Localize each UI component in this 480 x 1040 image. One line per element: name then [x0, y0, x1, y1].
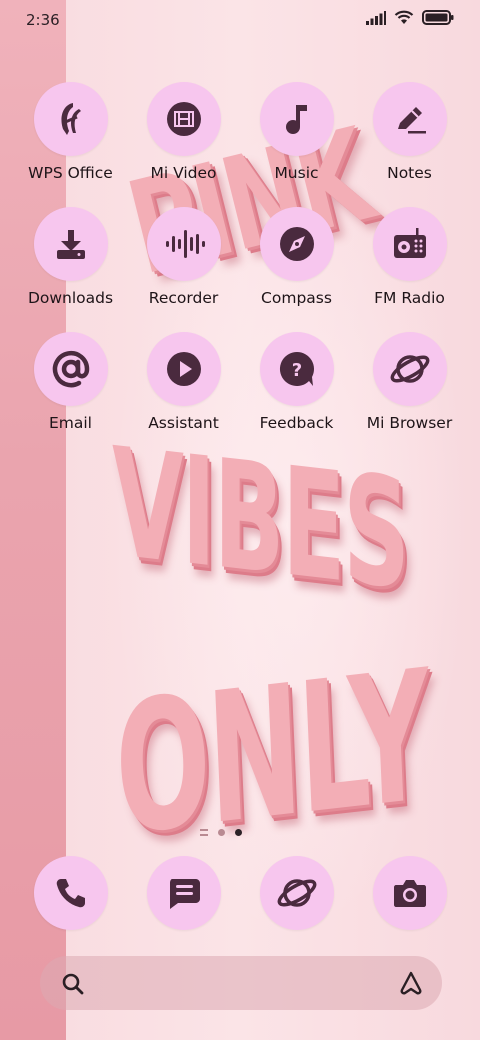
app-icon-bg — [146, 332, 221, 406]
app-label: Compass — [261, 289, 332, 307]
app-icon-bg: ? — [259, 332, 334, 406]
planet-icon — [390, 355, 429, 383]
download-icon — [56, 230, 85, 259]
app-notes[interactable]: Notes — [353, 82, 466, 182]
app-icon-bg — [146, 82, 221, 156]
app-icon-bg — [33, 856, 108, 930]
wallpaper-word-only: ONLY — [111, 631, 433, 876]
app-feedback[interactable]: ? Feedback — [240, 332, 353, 432]
app-assistant[interactable]: Assistant — [127, 332, 240, 432]
app-icon-bg — [33, 207, 108, 281]
app-label: WPS Office — [28, 164, 113, 182]
app-icon-bg — [259, 82, 334, 156]
app-label: Assistant — [148, 414, 219, 432]
page-indicator[interactable] — [200, 829, 242, 836]
dock-browser[interactable] — [240, 856, 353, 930]
battery-icon — [422, 10, 454, 25]
app-compass[interactable]: Compass — [240, 207, 353, 307]
film-icon — [166, 102, 201, 136]
app-icon-bg — [259, 207, 334, 281]
question-bubble-icon: ? — [279, 351, 314, 386]
app-icon-bg — [372, 82, 447, 156]
app-label: Music — [274, 164, 319, 182]
app-icon-bg — [259, 856, 334, 930]
app-icon-bg — [33, 332, 108, 406]
phone-icon — [56, 879, 85, 908]
at-sign-icon — [52, 350, 89, 388]
pencil-icon — [397, 107, 426, 134]
camera-icon — [393, 880, 426, 907]
app-downloads[interactable]: Downloads — [14, 207, 127, 307]
app-label: Mi Browser — [366, 414, 453, 432]
app-label: Feedback — [259, 414, 334, 432]
play-icon — [166, 352, 201, 386]
search-bar[interactable] — [40, 956, 442, 1010]
svg-text:?: ? — [291, 360, 301, 381]
radio-icon — [393, 228, 426, 258]
planet-icon — [277, 879, 316, 907]
app-icon-bg — [372, 332, 447, 406]
app-recorder[interactable]: Recorder — [127, 207, 240, 307]
wifi-icon — [394, 10, 414, 24]
app-label: Notes — [387, 164, 432, 182]
wallpaper-word-vibes: VIBES — [112, 416, 408, 624]
dock-messages[interactable] — [127, 856, 240, 930]
app-label: Recorder — [148, 289, 219, 307]
app-email[interactable]: Email — [14, 332, 127, 432]
app-label: Email — [48, 414, 92, 432]
wps-office-icon — [60, 103, 81, 135]
app-icon-bg — [146, 856, 221, 930]
page-indicator-dot[interactable] — [218, 829, 225, 836]
message-icon — [169, 879, 200, 909]
app-label: FM Radio — [374, 289, 445, 307]
search-icon[interactable] — [60, 971, 86, 997]
app-mi-video[interactable]: Mi Video — [127, 82, 240, 182]
app-icon-bg — [146, 207, 221, 281]
app-icon-bg — [372, 207, 447, 281]
app-icon-bg — [372, 856, 447, 930]
page-indicator-dot-active[interactable] — [235, 829, 242, 836]
app-label: Downloads — [27, 289, 114, 307]
page-indicator-menu[interactable] — [200, 829, 208, 836]
app-label: Mi Video — [150, 164, 217, 182]
assistant-logo-icon[interactable] — [398, 970, 424, 996]
music-note-icon — [285, 105, 307, 134]
signal-icon — [366, 10, 386, 25]
app-music[interactable]: Music — [240, 82, 353, 182]
status-time: 2:36 — [26, 11, 60, 29]
dock-camera[interactable] — [353, 856, 466, 930]
status-bar: 2:36 — [0, 0, 480, 40]
app-mi-browser[interactable]: Mi Browser — [353, 332, 466, 432]
compass-icon — [279, 227, 314, 261]
status-icons — [366, 10, 454, 25]
dock-phone[interactable] — [14, 856, 127, 930]
waveform-icon — [165, 230, 205, 258]
app-wps-office[interactable]: WPS Office — [14, 82, 127, 182]
app-fm-radio[interactable]: FM Radio — [353, 207, 466, 307]
app-icon-bg — [33, 82, 108, 156]
